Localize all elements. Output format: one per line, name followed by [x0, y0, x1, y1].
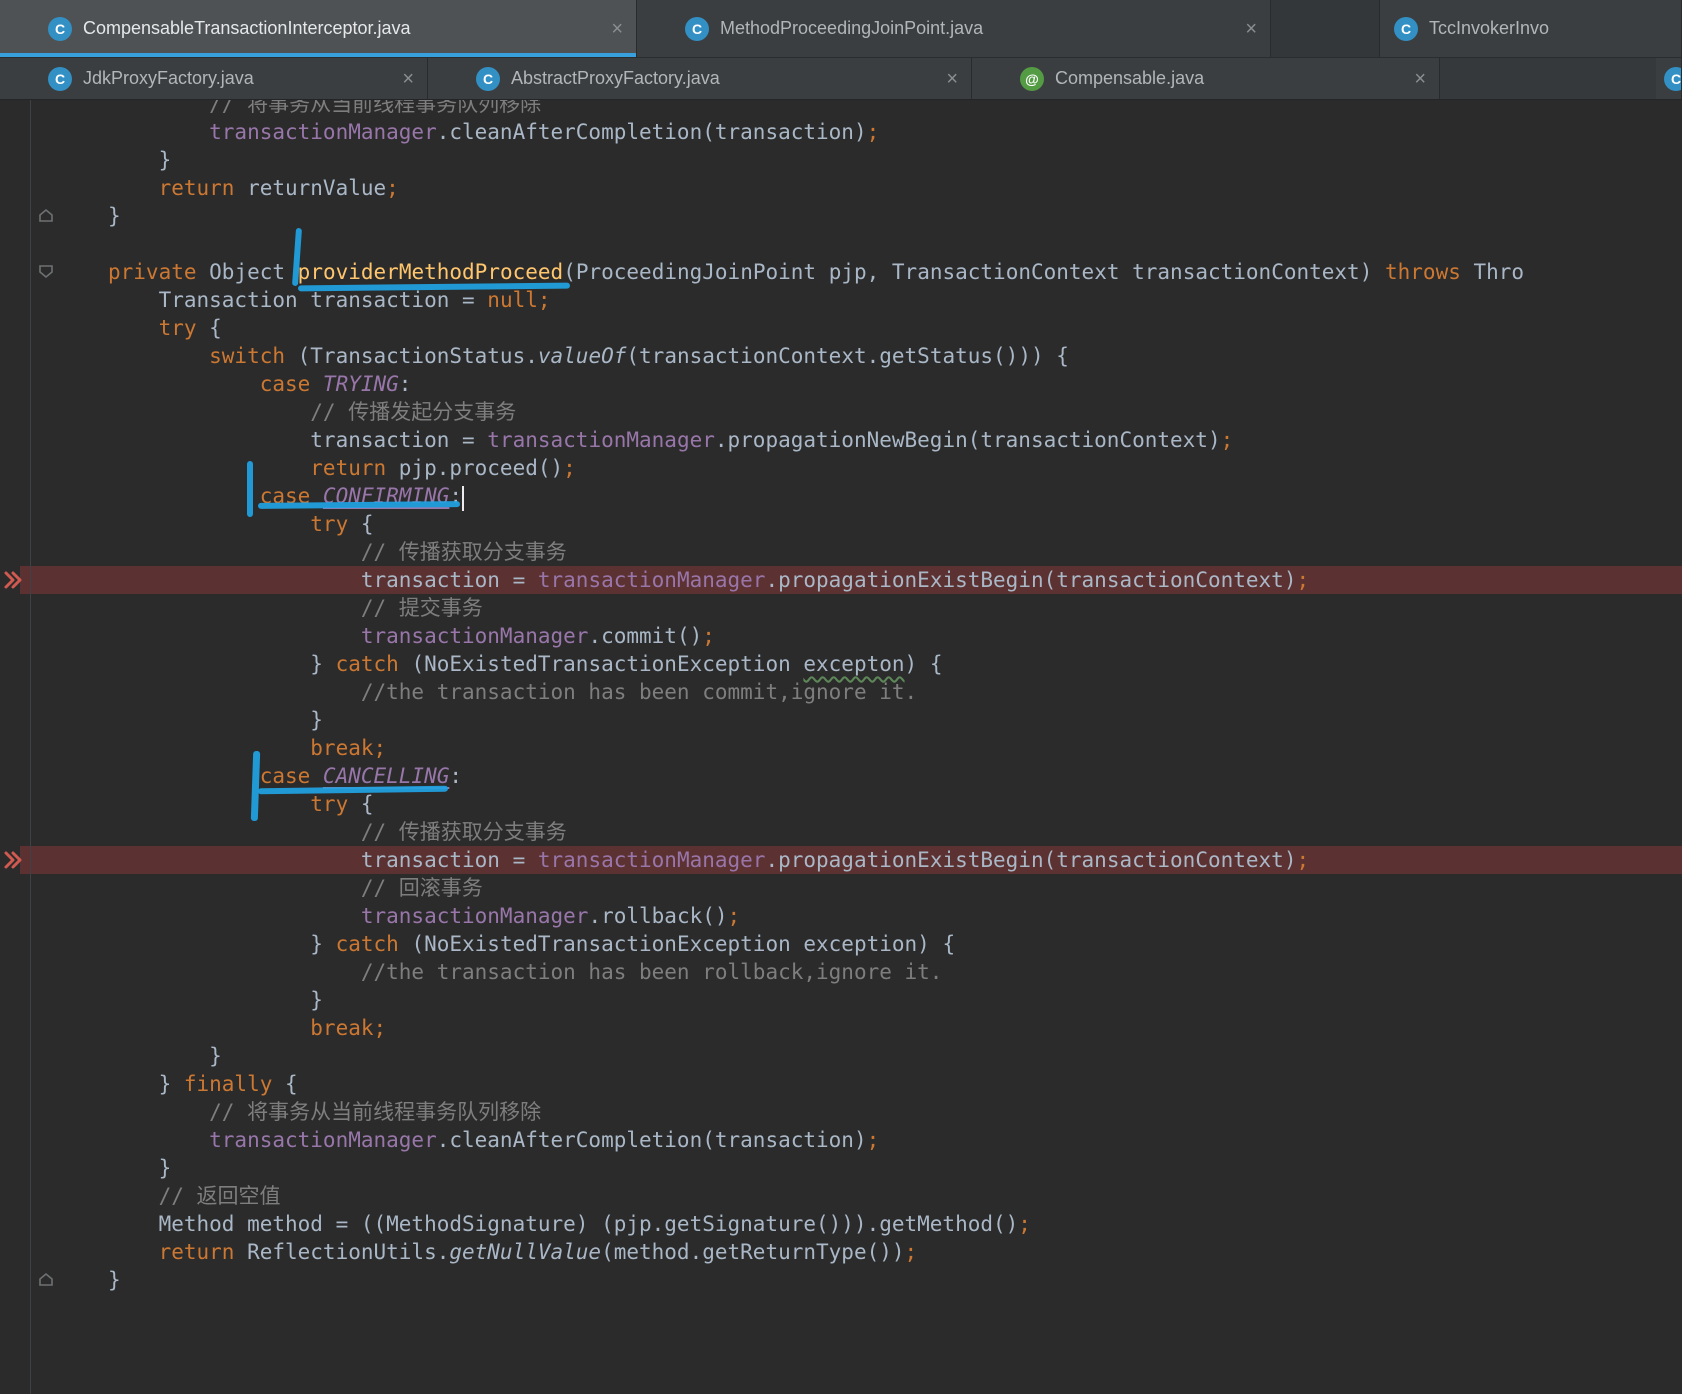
code-line: switch (TransactionStatus.valueOf(transa…: [209, 344, 1069, 368]
code-line: Transaction transaction = null;: [158, 288, 551, 312]
tab-bar-row-1: C CompensableTransactionInterceptor.java ×…: [0, 0, 1682, 57]
code-line: Method method = ((MethodSignature) (pjp.…: [158, 1212, 1031, 1236]
code-line: }: [310, 708, 323, 732]
code-line: transactionManager.cleanAfterCompletion(…: [209, 1128, 880, 1152]
text-caret: [462, 486, 464, 511]
code-line: // 返回空值: [158, 1184, 281, 1208]
code-line: //the transaction has been commit,ignore…: [360, 680, 918, 704]
code-line: } finally {: [158, 1072, 298, 1096]
tab-jdkproxyfactory-java[interactable]: C JdkProxyFactory.java ×: [0, 58, 428, 99]
tab-close-icon[interactable]: ×: [611, 19, 623, 39]
code-line: }: [158, 1156, 172, 1180]
tab-close-icon[interactable]: ×: [1245, 19, 1257, 39]
tab-label: TccInvokerInvo: [1429, 18, 1550, 38]
code-area[interactable]: // 将事务从当前线程事务队列移除 transactionManager.clea…: [0, 90, 1682, 1294]
code-line: transaction = transactionManager.propaga…: [0, 846, 1682, 874]
code-line: }: [108, 1268, 121, 1292]
code-line: case TRYING:: [259, 372, 412, 396]
class-file-icon: C: [685, 16, 709, 41]
gutter-fold-line: [30, 90, 31, 1394]
code-line: try {: [158, 316, 222, 340]
tab-close-icon[interactable]: ×: [1414, 69, 1426, 89]
code-line: }: [158, 148, 172, 172]
class-file-icon: C: [48, 66, 72, 91]
class-file-icon: C: [48, 16, 72, 41]
change-marker-icon[interactable]: [2, 569, 24, 596]
annotation-file-icon: @: [1020, 66, 1044, 91]
code-line: // 传播发起分支事务: [310, 400, 517, 424]
annotation-stroke-vertical-confirming: [246, 461, 253, 517]
class-file-icon: C: [476, 66, 500, 91]
code-line: transaction = transactionManager.propaga…: [310, 428, 1234, 452]
fold-marker-icon[interactable]: [38, 1272, 54, 1292]
code-line: break;: [310, 1016, 387, 1040]
code-line: //the transaction has been rollback,igno…: [360, 960, 943, 984]
tab-close-icon[interactable]: ×: [946, 69, 958, 89]
tab-bar-filler: [1440, 58, 1656, 99]
code-line: }: [310, 988, 323, 1012]
code-line: // 提交事务: [360, 596, 483, 620]
fold-marker-icon[interactable]: [38, 208, 54, 228]
code-line: // 将事务从当前线程事务队列移除: [209, 1100, 542, 1124]
class-file-icon: C: [1664, 66, 1681, 91]
code-editor[interactable]: // 将事务从当前线程事务队列移除 transactionManager.clea…: [0, 0, 1682, 1394]
code-line: transaction = transactionManager.propaga…: [0, 566, 1682, 594]
code-line: } catch (NoExistedTransactionException e…: [310, 932, 956, 956]
tab-methodproceedingjoinpoint-java[interactable]: C MethodProceedingJoinPoint.java ×: [637, 0, 1271, 57]
tab-label: AbstractProxyFactory.java: [511, 68, 720, 88]
code-line: transactionManager.commit();: [360, 624, 715, 648]
fold-marker-icon[interactable]: [38, 264, 54, 284]
class-file-icon: C: [1394, 16, 1418, 41]
tab-bar-row-2: C JdkProxyFactory.java × C AbstractProxyFact…: [0, 57, 1682, 100]
tab-label: CompensableTransactionInterceptor.java: [83, 18, 411, 38]
code-line: }: [209, 1044, 222, 1068]
tab-label: MethodProceedingJoinPoint.java: [720, 18, 984, 38]
tab-label: JdkProxyFactory.java: [83, 68, 254, 88]
ide-window: // 将事务从当前线程事务队列移除 transactionManager.clea…: [0, 0, 1682, 1394]
code-line: // 回滚事务: [360, 876, 483, 900]
code-line: transactionManager.cleanAfterCompletion(…: [209, 120, 880, 144]
tab-partial[interactable]: C: [1656, 58, 1682, 99]
code-line: return ReflectionUtils.getNullValue(meth…: [158, 1240, 918, 1264]
tab-close-icon[interactable]: ×: [402, 69, 414, 89]
tab-abstractproxyfactory-java[interactable]: C AbstractProxyFactory.java ×: [428, 58, 972, 99]
tab-tccinvokerinvo[interactable]: C TccInvokerInvo: [1380, 0, 1682, 57]
tab-compensabletransactioninterceptor-java[interactable]: C CompensableTransactionInterceptor.java ×: [0, 0, 637, 57]
code-line: // 传播获取分支事务: [360, 540, 567, 564]
tab-label: Compensable.java: [1055, 68, 1205, 88]
code-line: // 传播获取分支事务: [360, 820, 567, 844]
code-line: return returnValue;: [158, 176, 399, 200]
code-line: private Object providerMethodProceed(Pro…: [108, 260, 1525, 284]
code-line: transactionManager.rollback();: [360, 904, 741, 928]
tab-compensable-java[interactable]: @ Compensable.java ×: [972, 58, 1440, 99]
code-line: }: [108, 204, 121, 228]
change-marker-icon[interactable]: [2, 849, 24, 876]
tab-bar-spacer: [1271, 0, 1380, 57]
code-line: } catch (NoExistedTransactionException e…: [310, 652, 943, 676]
